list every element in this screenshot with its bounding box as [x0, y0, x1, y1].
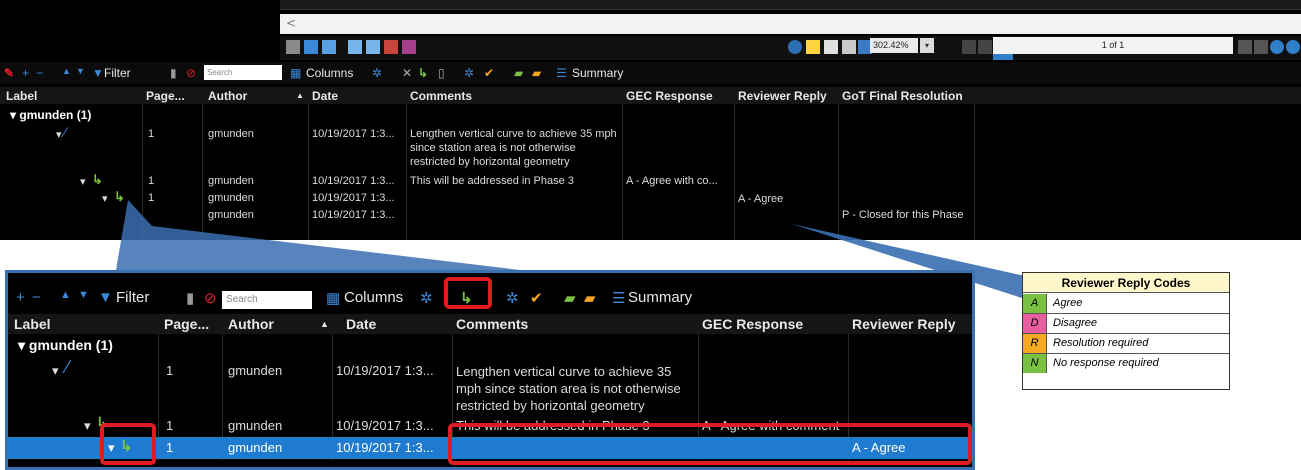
clear-filter-icon[interactable]: ▮ — [186, 289, 194, 307]
reply-content-highlight — [448, 423, 972, 465]
page-cell: 1 — [166, 418, 174, 433]
expand-arrow-icon[interactable]: ▾ — [52, 363, 59, 379]
summary-button[interactable]: Summary — [628, 289, 692, 306]
move-up-icon[interactable]: ▲ — [60, 289, 71, 301]
search-input[interactable]: Search — [222, 291, 312, 309]
date-cell: 10/19/2017 1:3... — [336, 418, 434, 433]
page-cell: 1 — [166, 363, 174, 378]
columns-icon[interactable]: ▦ — [326, 289, 340, 307]
author-cell: gmunden — [228, 363, 283, 378]
legend-item-no-response-required: N No response required — [1023, 354, 1229, 374]
reviewer-reply-codes-legend: Reviewer Reply Codes A Agree D Disagree … — [1022, 272, 1230, 390]
author-cell: gmunden — [228, 440, 283, 455]
legend-item-resolution-required: R Resolution required — [1023, 334, 1229, 354]
header-page[interactable]: Page... — [164, 316, 209, 332]
header-reviewer-reply[interactable]: Reviewer Reply — [852, 316, 956, 332]
reply-row-highlight — [100, 423, 156, 465]
zoomed-markups-panel: + − ▲ ▼ ▼ Filter ▮ ⊘ ▦ Columns ✲ ↳ ✲ ✔ ▰… — [5, 270, 975, 470]
group-row[interactable]: ▾ gmunden (1) — [18, 337, 113, 354]
legend-item-agree: A Agree — [1023, 294, 1229, 314]
export-icon[interactable]: ▰ — [584, 289, 596, 307]
summary-icon[interactable]: ☰ — [612, 289, 625, 307]
import-icon[interactable]: ▰ — [564, 289, 576, 307]
collapse-icon[interactable]: − — [32, 289, 41, 306]
header-date[interactable]: Date — [346, 316, 376, 332]
header-gec-response[interactable]: GEC Response — [702, 316, 803, 332]
no-filter-icon[interactable]: ⊘ — [204, 289, 217, 307]
date-cell: 10/19/2017 1:3... — [336, 363, 434, 378]
settings-gear-icon[interactable]: ✲ — [420, 289, 433, 307]
date-cell: 10/19/2017 1:3... — [336, 440, 434, 455]
pen-markup-icon: ⁄ — [66, 357, 70, 377]
legend-label: Agree — [1053, 297, 1083, 309]
author-cell: gmunden — [228, 418, 283, 433]
legend-code: R — [1023, 334, 1047, 353]
collapse-arrow-icon[interactable]: ▾ — [18, 337, 25, 353]
columns-button[interactable]: Columns — [344, 289, 403, 306]
legend-code: A — [1023, 294, 1047, 313]
legend-title: Reviewer Reply Codes — [1023, 273, 1229, 293]
header-author[interactable]: Author — [228, 316, 274, 332]
expand-icon[interactable]: + — [16, 289, 25, 306]
sort-ascending-icon[interactable]: ▲ — [320, 319, 329, 329]
legend-label: Resolution required — [1053, 337, 1149, 349]
legend-code: N — [1023, 354, 1047, 373]
legend-label: Disagree — [1053, 317, 1098, 329]
expand-arrow-icon[interactable]: ▾ — [84, 418, 91, 434]
legend-code: D — [1023, 314, 1047, 333]
header-label[interactable]: Label — [14, 316, 51, 332]
legend-label: No response required — [1053, 357, 1159, 369]
zoom-callout-shape — [116, 200, 520, 270]
funnel-icon[interactable]: ▼ — [98, 289, 113, 306]
legend-item-disagree: D Disagree — [1023, 314, 1229, 334]
status-gear-icon[interactable]: ✲ — [506, 289, 519, 307]
reply-button-highlight — [444, 277, 492, 309]
comments-cell: Lengthen vertical curve to achieve 35 mp… — [456, 364, 681, 413]
filter-button[interactable]: Filter — [116, 289, 149, 306]
zoomed-grid-header: Label Page... Author ▲ Date Comments GEC… — [8, 314, 972, 334]
checkmark-icon[interactable]: ✔ — [530, 289, 543, 307]
group-label: gmunden (1) — [28, 337, 113, 353]
header-comments[interactable]: Comments — [456, 316, 528, 332]
page-cell: 1 — [166, 440, 174, 455]
move-down-icon[interactable]: ▼ — [78, 289, 89, 301]
